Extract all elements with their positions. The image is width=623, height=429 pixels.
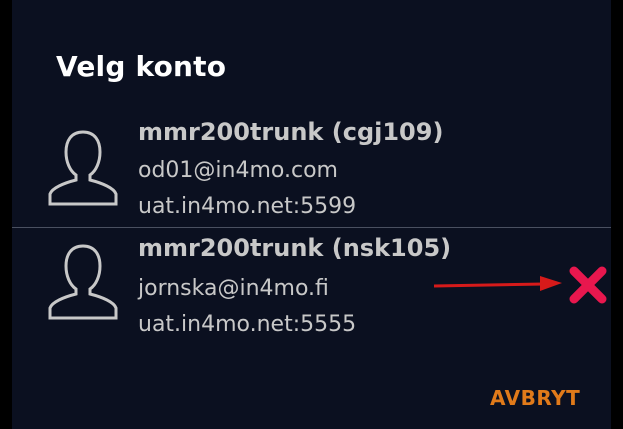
- cancel-button[interactable]: AVBRYT: [490, 386, 580, 410]
- account-name: mmr200trunk (nsk105): [138, 234, 452, 262]
- account-picker-dialog: Velg konto mmr200trunk (cgj109) od01@in4…: [12, 0, 611, 429]
- account-server: uat.in4mo.net:5599: [138, 194, 357, 219]
- person-outline-icon: [48, 244, 118, 320]
- account-email: od01@in4mo.com: [138, 158, 338, 183]
- arrow-right-icon: [433, 276, 562, 291]
- account-name: mmr200trunk (cgj109): [138, 118, 444, 146]
- dialog-title: Velg konto: [56, 50, 227, 83]
- delete-x-icon[interactable]: [567, 264, 609, 306]
- person-outline-icon: [48, 130, 118, 206]
- account-server: uat.in4mo.net:5555: [138, 312, 357, 337]
- account-item[interactable]: mmr200trunk (cgj109) od01@in4mo.com uat.…: [12, 112, 611, 220]
- account-email: jornska@in4mo.fi: [138, 276, 329, 301]
